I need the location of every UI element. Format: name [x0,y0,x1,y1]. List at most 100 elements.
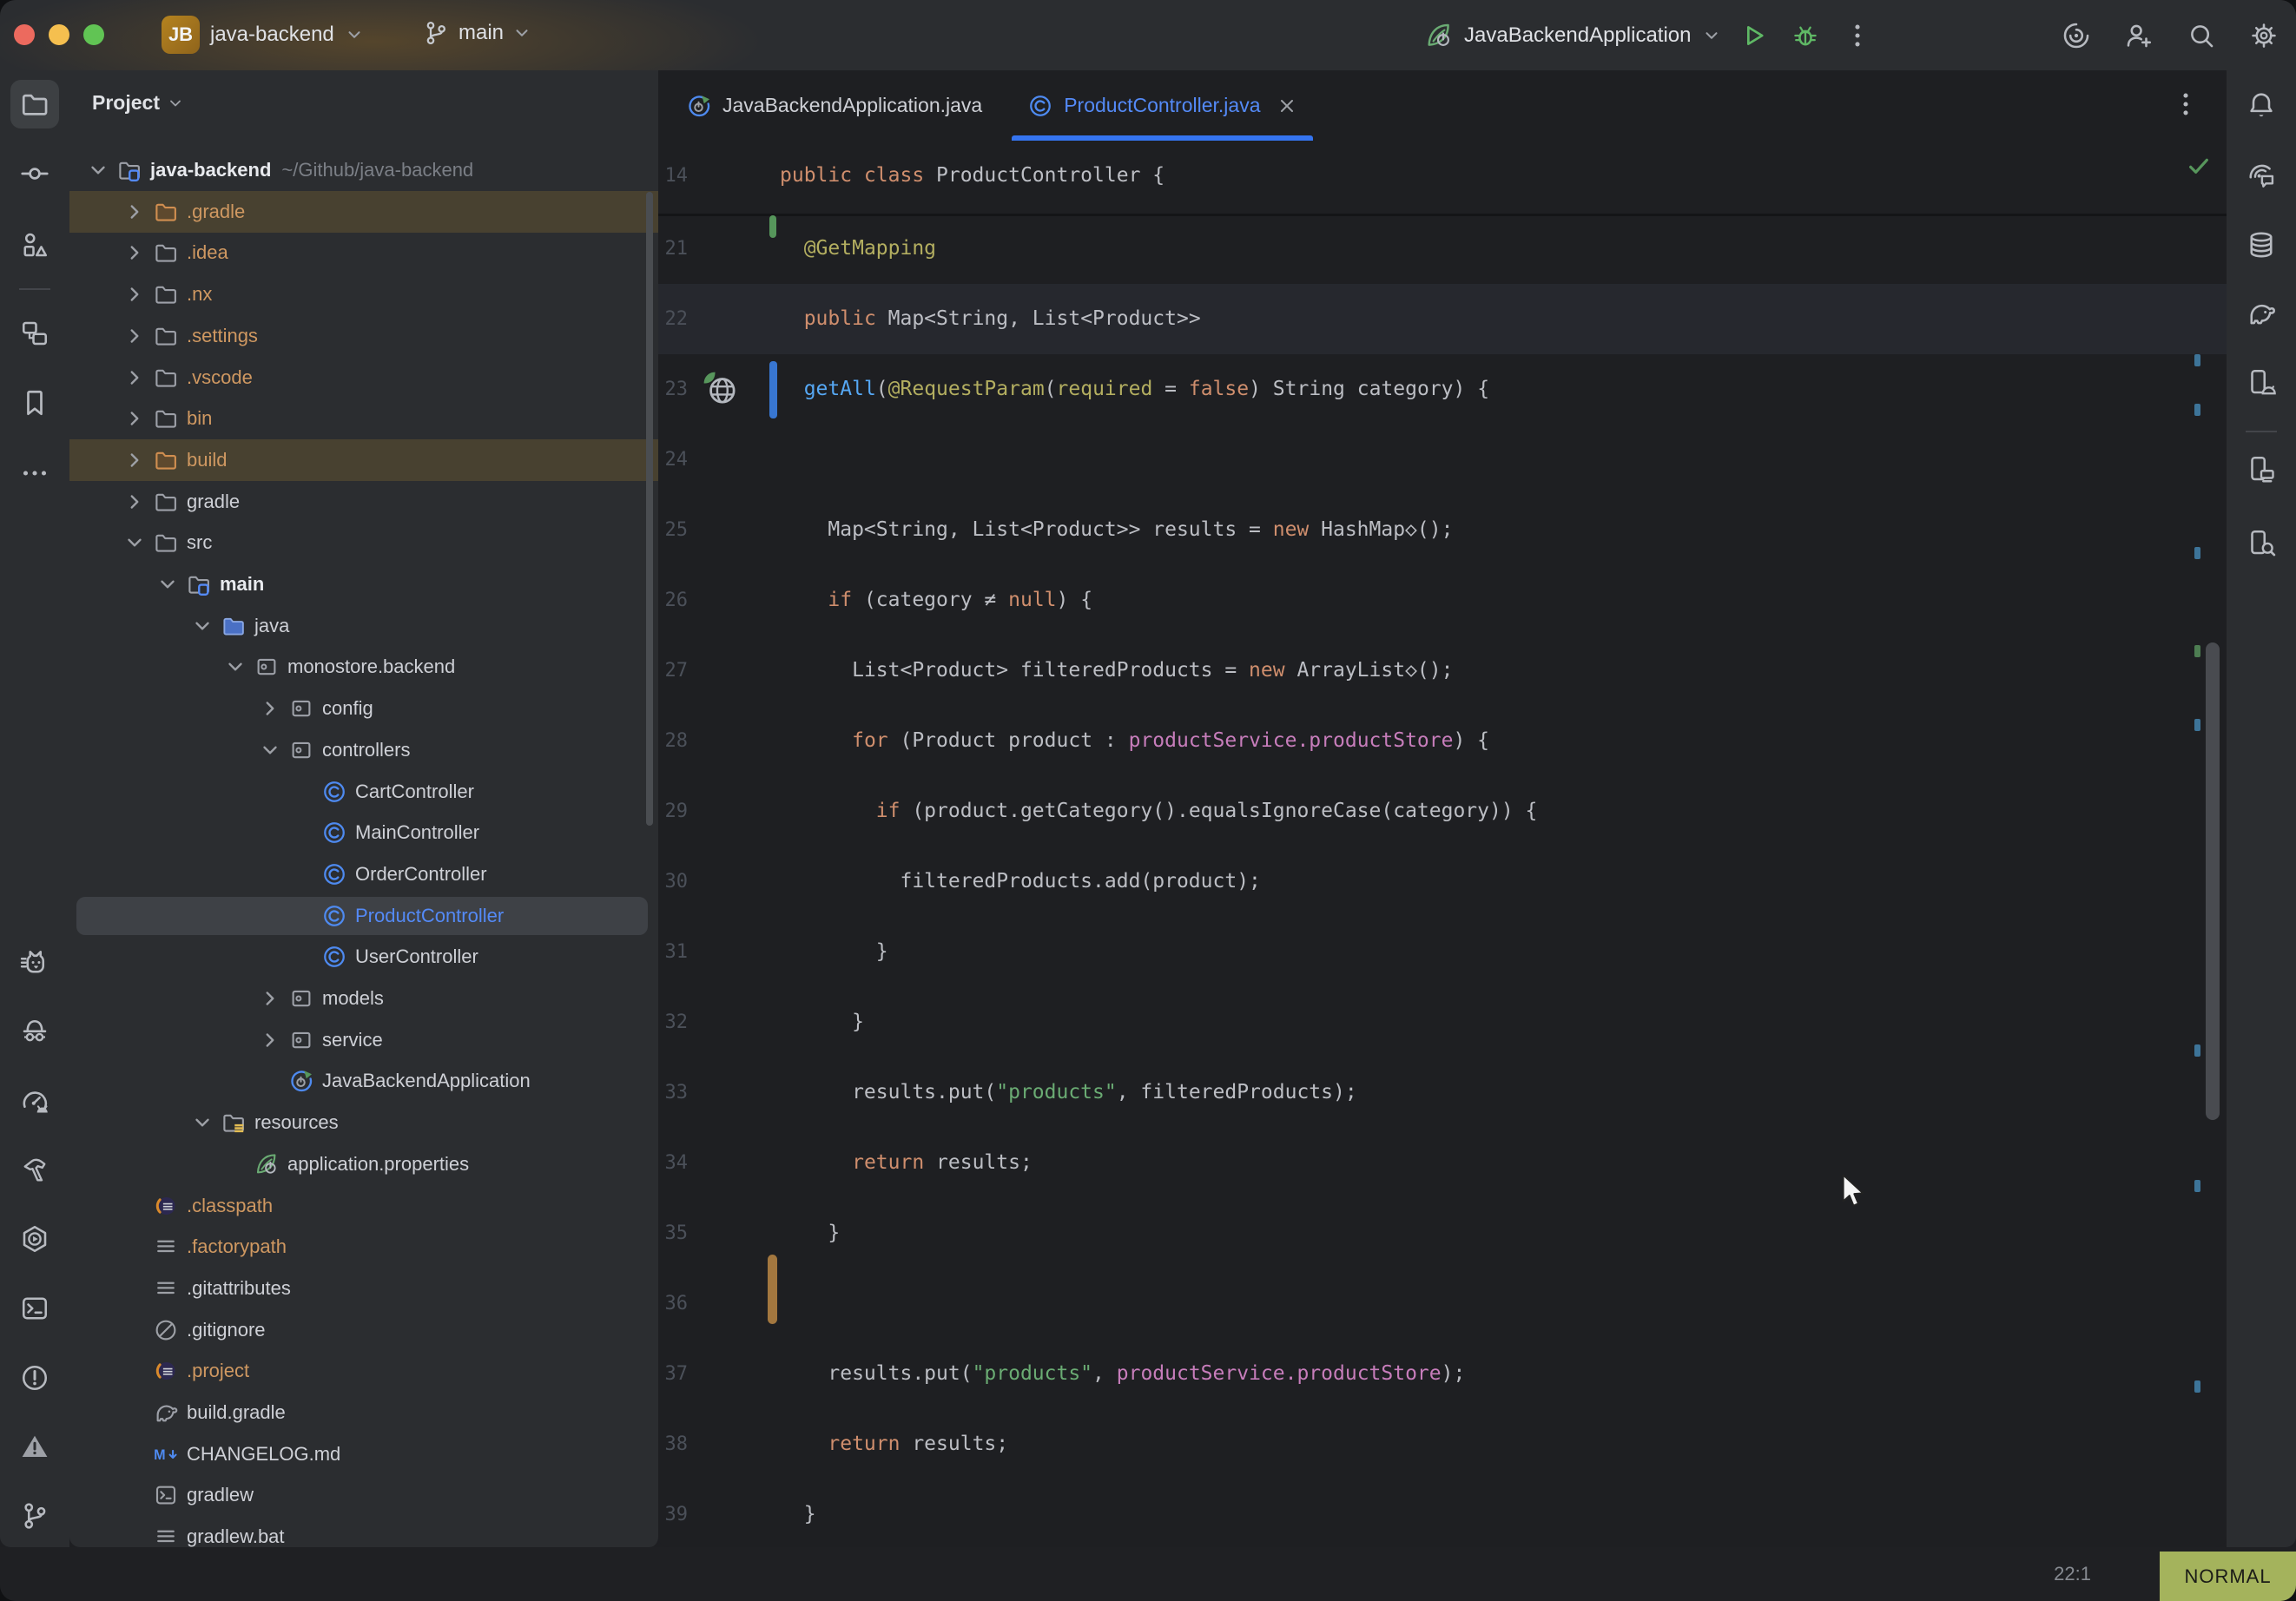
tree-row-maincontroller[interactable]: MainController [69,812,658,853]
code-with-me-button[interactable] [2119,16,2159,56]
code-line-39[interactable]: 39 } [658,1479,2227,1547]
line-number[interactable]: 25 [658,495,688,565]
chevron-icon[interactable] [87,159,109,181]
code-line-38[interactable]: 38 return results; [658,1409,2227,1479]
problems-button[interactable] [10,1354,59,1402]
tab-productcontroller[interactable]: ProductController.java [1005,70,1319,141]
analysis-tick[interactable] [2194,1180,2200,1192]
code-line-36[interactable]: 36 [658,1268,2227,1339]
chevron-icon[interactable] [123,491,146,513]
fullscreen-window-button[interactable] [83,24,104,45]
line-number[interactable]: 28 [658,706,688,776]
tree-row-usercontroller[interactable]: UserController [69,936,658,978]
chevron-icon[interactable] [123,366,146,389]
line-number[interactable]: 30 [658,847,688,917]
bookmark-button[interactable] [10,379,59,427]
device-explorer-button[interactable] [2237,518,2286,567]
line-number[interactable]: 35 [658,1198,688,1268]
tree-row-java[interactable]: java [69,605,658,647]
database-button[interactable] [2237,221,2286,269]
code-line-30[interactable]: 30 filteredProducts.add(product); [658,847,2227,917]
line-number[interactable]: 39 [658,1479,688,1547]
line-number[interactable]: 38 [658,1409,688,1479]
tree-row-config[interactable]: config [69,688,658,729]
analysis-tick[interactable] [2194,719,2200,731]
ai-assistant-button[interactable] [2056,16,2096,56]
chevron-icon[interactable] [123,531,146,554]
chevron-icon[interactable] [259,697,281,720]
tree-row--classpath[interactable]: .classpath [69,1185,658,1227]
tree-row--nx[interactable]: .nx [69,273,658,315]
tree-row-resources[interactable]: resources [69,1102,658,1143]
line-number[interactable]: 14 [658,141,688,211]
project-panel-header[interactable]: Project [92,91,184,115]
chevron-icon[interactable] [123,241,146,264]
chevron-icon[interactable] [123,325,146,347]
code-line-33[interactable]: 33 results.put("products", filteredProdu… [658,1057,2227,1128]
tree-row-ordercontroller[interactable]: OrderController [69,853,658,895]
code-line-29[interactable]: 29 if (product.getCategory().equalsIgnor… [658,776,2227,847]
code-line-21[interactable]: 21 @GetMapping [658,214,2227,284]
analysis-tick[interactable] [2194,404,2200,416]
code-line-23[interactable]: 23 getAll(@RequestParam(required = false… [658,354,2227,425]
tree-row-monostore-backend[interactable]: monostore.backend [69,646,658,688]
tree-row-gradlew-bat[interactable]: gradlew.bat [69,1516,658,1547]
close-window-button[interactable] [14,24,35,45]
line-number[interactable]: 23 [658,354,688,425]
chevron-icon[interactable] [224,656,247,678]
tree-row--factorypath[interactable]: .factorypath [69,1226,658,1268]
code-line-37[interactable]: 37 results.put("products", productServic… [658,1339,2227,1409]
tree-row-controllers[interactable]: controllers [69,729,658,771]
tree-row--idea[interactable]: .idea [69,232,658,273]
chevron-icon[interactable] [259,739,281,761]
inspections-ok-icon[interactable] [2185,152,2213,180]
tree-row-gradlew[interactable]: gradlew [69,1474,658,1516]
code-line-28[interactable]: 28 for (Product product : productService… [658,706,2227,776]
sticky-line[interactable]: 14public class ProductController { [658,141,2227,216]
chevron-icon[interactable] [156,573,179,596]
tree-row-gradle[interactable]: gradle [69,481,658,523]
build-hammer-button[interactable] [10,1145,59,1194]
line-number[interactable]: 24 [658,425,688,495]
tree-row-bin[interactable]: bin [69,398,658,439]
tree-row-changelog-md[interactable]: CHANGELOG.md [69,1433,658,1475]
project-widget[interactable]: JB java-backend [162,16,364,54]
commit-button[interactable] [10,149,59,198]
line-number[interactable]: 27 [658,636,688,706]
chevron-icon[interactable] [191,615,214,637]
tree-row-build[interactable]: build [69,439,658,481]
logcat-button[interactable] [10,938,59,986]
chevron-icon[interactable] [191,1111,214,1134]
caret-position[interactable]: 22:1 [2054,1547,2091,1601]
line-number[interactable]: 21 [658,214,688,284]
code-line-35[interactable]: 35 } [658,1198,2227,1268]
code-line-32[interactable]: 32 } [658,987,2227,1057]
tree-row-cartcontroller[interactable]: CartController [69,771,658,813]
line-number[interactable]: 31 [658,917,688,987]
line-number[interactable]: 33 [658,1057,688,1128]
resource-manager-button[interactable] [10,221,59,269]
app-insights-button[interactable] [10,1005,59,1054]
project-tree-scrollbar[interactable] [646,192,653,826]
analysis-tick[interactable] [2194,354,2200,366]
code-line-34[interactable]: 34 return results; [658,1128,2227,1198]
profiler-button[interactable] [10,1077,59,1125]
tab-javabackendapplication[interactable]: JavaBackendApplication.java [663,70,1005,141]
editor-scrollbar[interactable] [2206,642,2220,1120]
code-line-24[interactable]: 24 [658,425,2227,495]
code-editor[interactable]: 21 @GetMapping22 public Map<String, List… [658,214,2227,1547]
chevron-icon[interactable] [259,987,281,1010]
code-line-14[interactable]: 14public class ProductController { [658,141,2227,211]
project-folder-button[interactable] [10,80,59,128]
tree-row-java-backend[interactable]: java-backend~/Github/java-backend [69,149,658,191]
analysis-tick[interactable] [2194,547,2200,559]
chevron-icon[interactable] [123,283,146,306]
code-line-31[interactable]: 31 } [658,917,2227,987]
tree-row--gradle[interactable]: .gradle [69,191,658,233]
run-configuration-selector[interactable]: JavaBackendApplication [1424,21,1721,50]
bell-button[interactable] [2237,81,2286,129]
analysis-tick[interactable] [2194,1380,2200,1393]
code-line-22[interactable]: 22 public Map<String, List<Product>> [658,284,2227,354]
ai-chat-button[interactable] [2237,151,2286,200]
minimize-window-button[interactable] [49,24,69,45]
